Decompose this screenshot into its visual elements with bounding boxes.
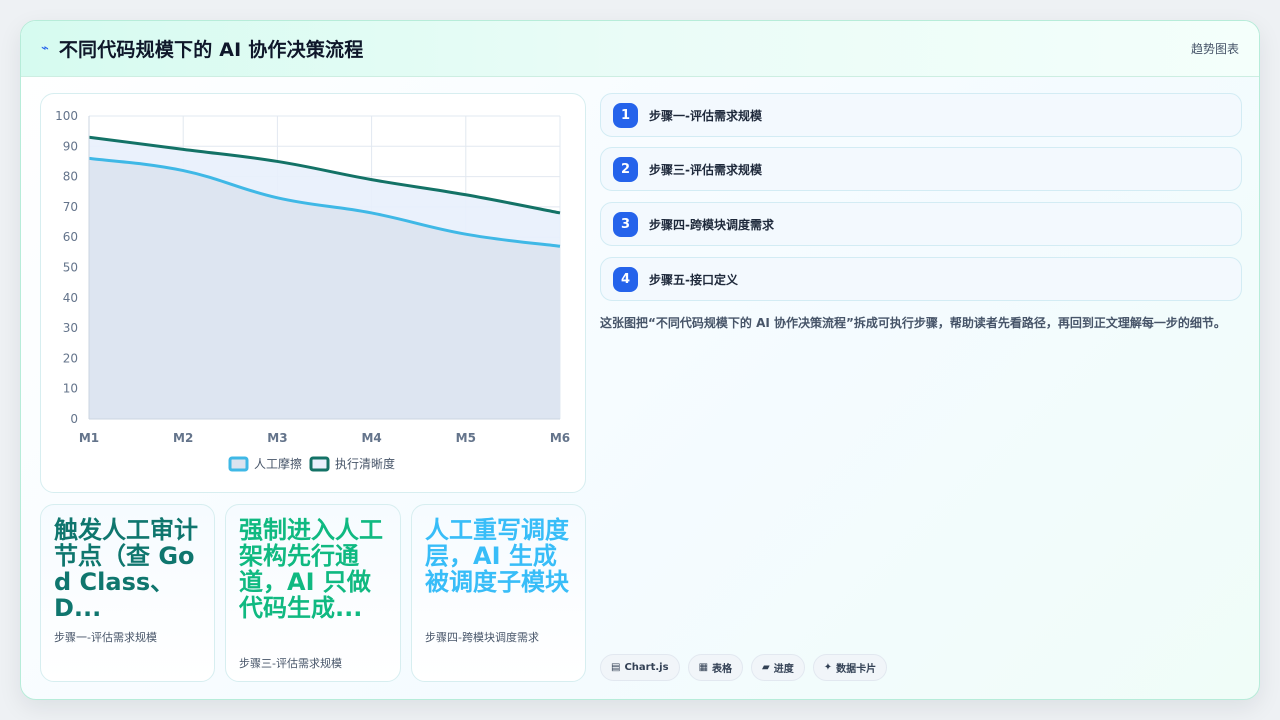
- step-number: 4: [613, 266, 638, 292]
- header-left: ⌁ 不同代码规模下的 AI 协作决策流程: [41, 35, 363, 62]
- tag-label: 数据卡片: [836, 664, 877, 675]
- x-tick-label: M5: [456, 431, 476, 445]
- tag-data-card[interactable]: ✦ 数据卡片: [812, 654, 888, 681]
- chart-icon: ▤: [611, 662, 621, 673]
- step-label: 步骤五-接口定义: [649, 272, 738, 287]
- step-number: 1: [613, 102, 638, 128]
- stat-value: 触发人工审计节点（查 God Class、D...: [54, 517, 198, 621]
- table-icon: ▦: [698, 662, 709, 673]
- y-tick-label: 100: [55, 109, 78, 123]
- tag-bar: ▤ Chart.js ▦ 表格 ▰ 进度 ✦ 数据卡片: [600, 654, 888, 681]
- stat-label: 步骤三-评估需求规模: [239, 657, 342, 670]
- stat-card-1: 触发人工审计节点（查 God Class、D... 步骤一-评估需求规模: [40, 504, 215, 682]
- step-number: 3: [613, 211, 638, 237]
- description-text: 这张图把“不同代码规模下的 AI 协作决策流程”拆成可执行步骤，帮助读者先看路径…: [600, 316, 1226, 330]
- tag-chartjs[interactable]: ▤ Chart.js: [600, 654, 680, 681]
- y-tick-label: 50: [63, 261, 78, 275]
- y-tick-label: 80: [63, 170, 78, 184]
- stat-card-2: 强制进入人工架构先行通道，AI 只做代码生成... 步骤三-评估需求规模: [225, 504, 401, 682]
- y-tick-label: 60: [63, 230, 78, 244]
- y-tick-label: 40: [63, 291, 78, 305]
- step-item-1[interactable]: 1 步骤一-评估需求规模: [600, 93, 1242, 137]
- stat-value: 人工重写调度层，AI 生成被调度子模块: [425, 517, 569, 596]
- x-tick-label: M2: [173, 431, 193, 445]
- tag-label: Chart.js: [624, 662, 669, 673]
- app-frame: ⌁ 不同代码规模下的 AI 协作决策流程 趋势图表 0 10 20 30 40 50 60 7…: [20, 20, 1260, 700]
- x-tick-label: M3: [267, 431, 287, 445]
- tag-label: 表格: [712, 664, 733, 675]
- line-chart: 0 10 20 30 40 50 60 70 80 90 100 M1 M2 M3 M4 M5 M6 人工摩擦 执行…: [55, 109, 570, 472]
- stat-value: 强制进入人工架构先行通道，AI 只做代码生成...: [239, 517, 383, 622]
- stat-label: 步骤一-评估需求规模: [54, 631, 157, 644]
- lightning-icon: ⌁: [41, 41, 49, 56]
- tag-progress[interactable]: ▰ 进度: [751, 654, 805, 681]
- page-title: 不同代码规模下的 AI 协作决策流程: [58, 39, 364, 61]
- y-tick-label: 0: [70, 412, 78, 426]
- stat-label: 步骤四-跨模块调度需求: [425, 631, 539, 644]
- x-tick-label: M4: [361, 431, 381, 445]
- header: ⌁ 不同代码规模下的 AI 协作决策流程 趋势图表: [21, 21, 1259, 77]
- x-tick-label: M6: [550, 431, 570, 445]
- sparkle-icon: ✦: [823, 662, 833, 673]
- y-tick-label: 90: [63, 139, 78, 153]
- legend-swatch: [228, 456, 249, 472]
- step-label: 步骤一-评估需求规模: [649, 108, 762, 123]
- y-tick-label: 70: [63, 200, 78, 214]
- tag-label: 进度: [773, 664, 794, 675]
- step-label: 步骤四-跨模块调度需求: [649, 217, 774, 232]
- step-label: 步骤三-评估需求规模: [649, 162, 762, 177]
- legend-swatch: [309, 456, 330, 472]
- y-tick-label: 30: [63, 321, 78, 335]
- stat-card-3: 人工重写调度层，AI 生成被调度子模块 步骤四-跨模块调度需求: [411, 504, 586, 682]
- chart-type-label[interactable]: 趋势图表: [1191, 40, 1239, 57]
- legend-label: 人工摩擦: [254, 456, 302, 471]
- step-item-2[interactable]: 2 步骤三-评估需求规模: [600, 147, 1242, 191]
- step-item-4[interactable]: 4 步骤五-接口定义: [600, 257, 1242, 301]
- legend-label: 执行清晰度: [335, 456, 395, 471]
- progress-icon: ▰: [762, 662, 770, 673]
- step-number: 2: [613, 156, 638, 182]
- step-item-3[interactable]: 3 步骤四-跨模块调度需求: [600, 202, 1242, 246]
- tag-table[interactable]: ▦ 表格: [687, 654, 744, 681]
- y-tick-label: 10: [63, 382, 78, 396]
- chart-card: 0 10 20 30 40 50 60 70 80 90 100 M1 M2 M3 M4 M5 M6 人工摩擦 执行…: [40, 93, 586, 493]
- x-tick-label: M1: [79, 431, 99, 445]
- y-tick-label: 20: [63, 351, 78, 365]
